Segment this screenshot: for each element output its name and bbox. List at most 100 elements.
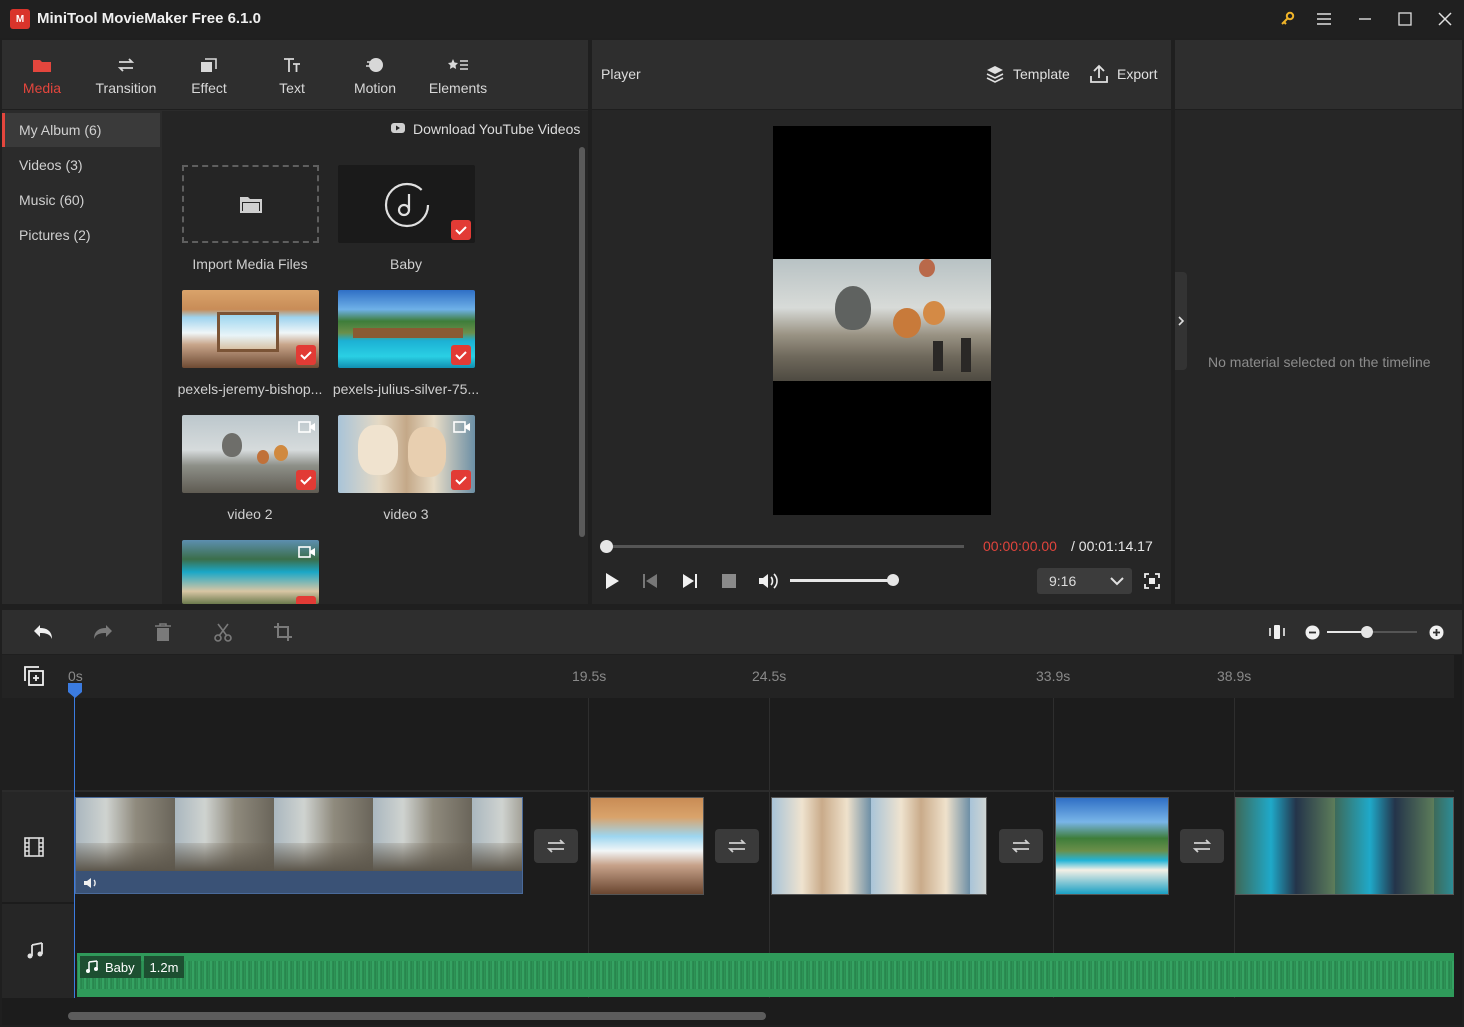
video-camera-icon	[298, 545, 316, 558]
scissors-icon	[214, 623, 232, 642]
download-youtube-button[interactable]: Download YouTube Videos	[413, 121, 580, 137]
audio-clip-tag: Baby	[80, 956, 141, 978]
media-item-label: pexels-jeremy-bishop...	[177, 381, 323, 397]
tab-transition[interactable]: Transition	[86, 40, 166, 110]
zoom-out-button[interactable]	[1305, 625, 1320, 643]
video-clip-coast[interactable]	[1235, 797, 1454, 895]
tab-text[interactable]: Text	[252, 40, 332, 110]
key-icon[interactable]	[1272, 6, 1302, 32]
video-preview[interactable]	[773, 126, 991, 515]
playhead-line	[74, 684, 75, 998]
play-button[interactable]	[604, 572, 620, 593]
trash-icon	[155, 623, 171, 641]
ruler-tick-label: 0s	[68, 668, 83, 684]
timeline-scrollbar[interactable]	[68, 1012, 766, 1020]
playback-progress-track[interactable]	[606, 545, 964, 548]
tab-elements[interactable]: Elements	[418, 40, 498, 110]
playhead-handle[interactable]	[68, 683, 82, 701]
previous-frame-button[interactable]	[642, 573, 658, 592]
transition-button[interactable]	[1180, 829, 1224, 863]
volume-button[interactable]	[757, 571, 779, 594]
transition-button[interactable]	[715, 829, 759, 863]
minimize-icon[interactable]	[1350, 6, 1380, 32]
maximize-icon[interactable]	[1390, 6, 1420, 32]
properties-panel	[1175, 40, 1462, 604]
sidebar-item-music[interactable]: Music (60)	[2, 183, 160, 217]
swap-icon	[1011, 839, 1031, 853]
selected-check-icon[interactable]	[451, 345, 471, 365]
selected-check-icon[interactable]	[451, 220, 471, 240]
redo-button[interactable]	[92, 622, 114, 645]
zoom-slider-handle[interactable]	[1361, 626, 1373, 638]
tab-text-label: Text	[279, 80, 305, 96]
fullscreen-button[interactable]	[1144, 573, 1160, 592]
selected-check-icon[interactable]	[451, 470, 471, 490]
volume-slider-track[interactable]	[790, 579, 894, 582]
import-media-tile[interactable]	[182, 165, 319, 243]
empty-track-header	[2, 698, 74, 790]
redo-icon	[94, 625, 112, 639]
close-icon[interactable]	[1430, 6, 1460, 32]
selected-check-icon[interactable]	[296, 345, 316, 365]
media-item-label: video 2	[227, 506, 273, 522]
app-logo-icon: M	[10, 9, 30, 29]
swap-icon	[727, 839, 747, 853]
sidebar-item-pictures[interactable]: Pictures (2)	[2, 218, 160, 252]
add-track-button[interactable]	[24, 666, 44, 689]
zoom-in-button[interactable]	[1429, 625, 1444, 643]
fit-timeline-button[interactable]	[1268, 624, 1286, 643]
media-scrollbar[interactable]	[579, 147, 585, 537]
track-divider	[2, 790, 1454, 792]
effect-icon	[199, 54, 219, 76]
aspect-ratio-select[interactable]: 9:16	[1037, 568, 1132, 594]
undo-button[interactable]	[32, 622, 54, 645]
tab-motion[interactable]: Motion	[335, 40, 415, 110]
stop-button[interactable]	[722, 574, 736, 588]
crop-button[interactable]	[273, 622, 293, 645]
text-icon	[282, 54, 302, 76]
video-track-header	[2, 792, 74, 902]
audio-waveform	[77, 961, 1454, 989]
tab-media[interactable]: Media	[2, 40, 82, 110]
tab-motion-label: Motion	[353, 80, 397, 96]
sidebar-item-my-album[interactable]: My Album (6)	[2, 113, 160, 147]
undo-icon	[34, 625, 52, 639]
sidebar-item-videos[interactable]: Videos (3)	[2, 148, 160, 182]
crop-icon	[274, 623, 292, 641]
video-camera-icon	[453, 420, 471, 433]
volume-icon	[759, 573, 778, 589]
properties-header	[1175, 40, 1462, 110]
template-button[interactable]: Template	[1013, 66, 1070, 82]
selected-check-icon[interactable]	[296, 470, 316, 490]
audio-track-header	[2, 904, 74, 998]
app-title: MiniTool MovieMaker Free 6.1.0	[37, 10, 261, 27]
collapse-panel-button[interactable]	[1175, 272, 1187, 370]
import-media-label: Import Media Files	[192, 256, 308, 272]
total-time: / 00:01:14.17	[1071, 538, 1153, 554]
playback-progress-handle[interactable]	[600, 540, 613, 553]
video-clip-selfie[interactable]	[771, 797, 987, 895]
volume-icon	[84, 878, 96, 888]
next-frame-button[interactable]	[682, 573, 698, 592]
menu-icon[interactable]	[1309, 6, 1339, 32]
volume-slider-handle[interactable]	[887, 574, 899, 586]
youtube-download-icon	[390, 121, 406, 138]
split-button[interactable]	[213, 622, 233, 645]
transition-button[interactable]	[999, 829, 1043, 863]
video-clip-balloons[interactable]	[75, 797, 523, 894]
selected-check-icon[interactable]	[296, 596, 316, 604]
tab-transition-label: Transition	[95, 80, 157, 96]
folder-icon	[32, 54, 52, 76]
empty-selection-text: No material selected on the timeline	[1208, 354, 1431, 370]
tab-effect[interactable]: Effect	[169, 40, 249, 110]
audio-clip-baby[interactable]	[77, 953, 1454, 997]
tab-media-label: Media	[22, 80, 62, 96]
transition-button[interactable]	[534, 829, 578, 863]
export-button[interactable]: Export	[1117, 66, 1157, 82]
audio-clip-duration: 1.2m	[144, 956, 184, 978]
ruler-tick-label: 24.5s	[752, 668, 787, 684]
ruler-tick-label: 38.9s	[1217, 668, 1252, 684]
delete-button[interactable]	[154, 622, 172, 645]
video-clip-island[interactable]	[1055, 797, 1169, 895]
video-clip-van[interactable]	[590, 797, 704, 895]
